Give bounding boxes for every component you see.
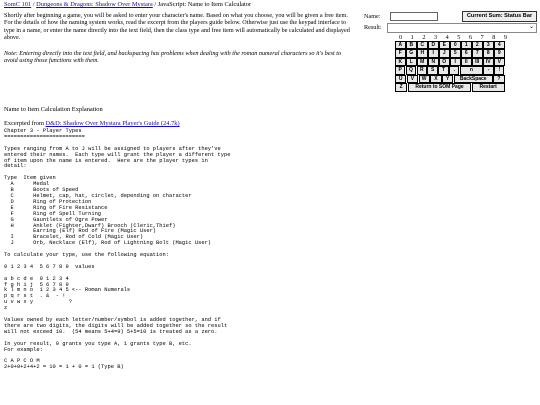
digit-label: 1: [410, 34, 414, 41]
key-roman-5[interactable]: V: [494, 57, 505, 67]
breadcrumb-link-dnd[interactable]: Dungeons & Dragons: Shadow Over Mystara: [36, 1, 153, 8]
key-q[interactable]: Q: [405, 66, 417, 75]
key-9[interactable]: 9: [494, 49, 505, 58]
digit-label: 5: [457, 34, 461, 41]
intro-text: Shortly after beginning a game, you will…: [4, 12, 350, 42]
key-v[interactable]: V: [406, 74, 418, 84]
key-5[interactable]: 5: [450, 49, 461, 58]
backspace-button[interactable]: BackSpace: [453, 74, 493, 84]
key-8[interactable]: 8: [483, 49, 494, 58]
key-n-symbol[interactable]: n: [459, 66, 483, 75]
digit-header: 0 1 2 3 4 5 6 7 8 9: [399, 34, 507, 41]
players-guide-link[interactable]: D&D: Shadow Over Mystara Player's Guide …: [46, 120, 180, 127]
key-roman-1[interactable]: I: [450, 57, 461, 67]
keypad-row: F G H I J 5 6 7 8 9: [395, 49, 505, 58]
key-h[interactable]: H: [417, 49, 428, 58]
key-0[interactable]: 0: [450, 41, 461, 50]
key-l[interactable]: L: [406, 57, 417, 67]
digit-label: 2: [422, 34, 426, 41]
digit-label: 7: [480, 34, 484, 41]
key-roman-2[interactable]: II: [461, 57, 472, 67]
keypad-row: P Q R S T . n - !: [395, 66, 505, 75]
note-text: Note: Entering directly into the text fi…: [4, 50, 342, 65]
key-3[interactable]: 3: [483, 41, 494, 50]
current-sum-button[interactable]: Current Sum: Status Bar: [462, 11, 537, 22]
key-g[interactable]: G: [406, 49, 417, 58]
keypad: A B C D E 0 1 2 3 4 F G H I J 5 6 7 8 9 …: [395, 41, 505, 92]
key-b[interactable]: B: [406, 41, 417, 50]
keypad-row: A B C D E 0 1 2 3 4: [395, 41, 505, 50]
key-1[interactable]: 1: [461, 41, 472, 50]
keypad-row: Z Return to SOM Page Restart: [395, 83, 505, 92]
digit-label: 3: [433, 34, 438, 41]
digit-label: 6: [468, 34, 473, 41]
key-c[interactable]: C: [417, 41, 428, 50]
name-input[interactable]: [390, 12, 438, 21]
digit-label: 8: [492, 34, 496, 41]
key-roman-3[interactable]: III: [472, 57, 483, 67]
breadcrumb: SomC 101 / Dungeons & Dragons: Shadow Ov…: [4, 1, 251, 8]
key-t[interactable]: T: [438, 66, 449, 75]
players-guide-excerpt: Chapter 3 - Player Types ===============…: [4, 128, 231, 371]
restart-button[interactable]: Restart: [471, 83, 505, 92]
key-o[interactable]: O: [439, 57, 450, 67]
digit-label: 4: [445, 34, 449, 41]
excerpt-prefix: Excerpted from: [4, 120, 46, 127]
explanation-heading: Name to Item Calculation Explanation: [4, 106, 103, 113]
key-k[interactable]: K: [395, 57, 406, 67]
breadcrumb-current: / JavaScript: Name to Item Calculator: [152, 1, 252, 8]
key-dash[interactable]: -: [483, 66, 494, 75]
key-j[interactable]: J: [439, 49, 450, 58]
key-a[interactable]: A: [395, 41, 406, 50]
key-z[interactable]: Z: [395, 83, 408, 92]
digit-label: 0: [399, 34, 403, 41]
key-s[interactable]: S: [427, 66, 438, 75]
key-roman-4[interactable]: IV: [483, 57, 494, 67]
key-7[interactable]: 7: [472, 49, 483, 58]
key-n[interactable]: N: [428, 57, 439, 67]
digit-label: 9: [503, 34, 507, 41]
key-r[interactable]: R: [416, 66, 427, 75]
key-u[interactable]: U: [395, 74, 407, 84]
excerpt-line: Excerpted from D&D: Shadow Over Mystara …: [4, 120, 180, 127]
key-period[interactable]: .: [449, 66, 460, 75]
key-d[interactable]: D: [428, 41, 439, 50]
result-select[interactable]: ⌄: [387, 23, 537, 33]
key-e[interactable]: E: [439, 41, 450, 50]
keypad-row: U V W X Y BackSpace ?: [395, 74, 505, 84]
key-x[interactable]: X: [430, 74, 442, 84]
key-6[interactable]: 6: [461, 49, 472, 58]
return-to-som-button[interactable]: Return to SOM Page: [407, 83, 472, 92]
result-label: Result:: [364, 24, 382, 31]
key-i[interactable]: I: [428, 49, 439, 58]
name-label: Name:: [364, 13, 381, 20]
key-4[interactable]: 4: [494, 41, 505, 50]
key-w[interactable]: W: [418, 74, 430, 84]
keypad-row: K L M N O I II III IV V: [395, 57, 505, 67]
key-question[interactable]: ?: [493, 74, 505, 84]
key-m[interactable]: M: [417, 57, 428, 67]
key-2[interactable]: 2: [472, 41, 483, 50]
breadcrumb-link-somc[interactable]: SomC 101: [4, 1, 31, 8]
key-exclamation[interactable]: !: [494, 66, 505, 75]
key-f[interactable]: F: [395, 49, 406, 58]
key-p[interactable]: P: [395, 66, 406, 75]
key-y[interactable]: Y: [442, 74, 454, 84]
chevron-down-icon: ⌄: [528, 23, 534, 30]
